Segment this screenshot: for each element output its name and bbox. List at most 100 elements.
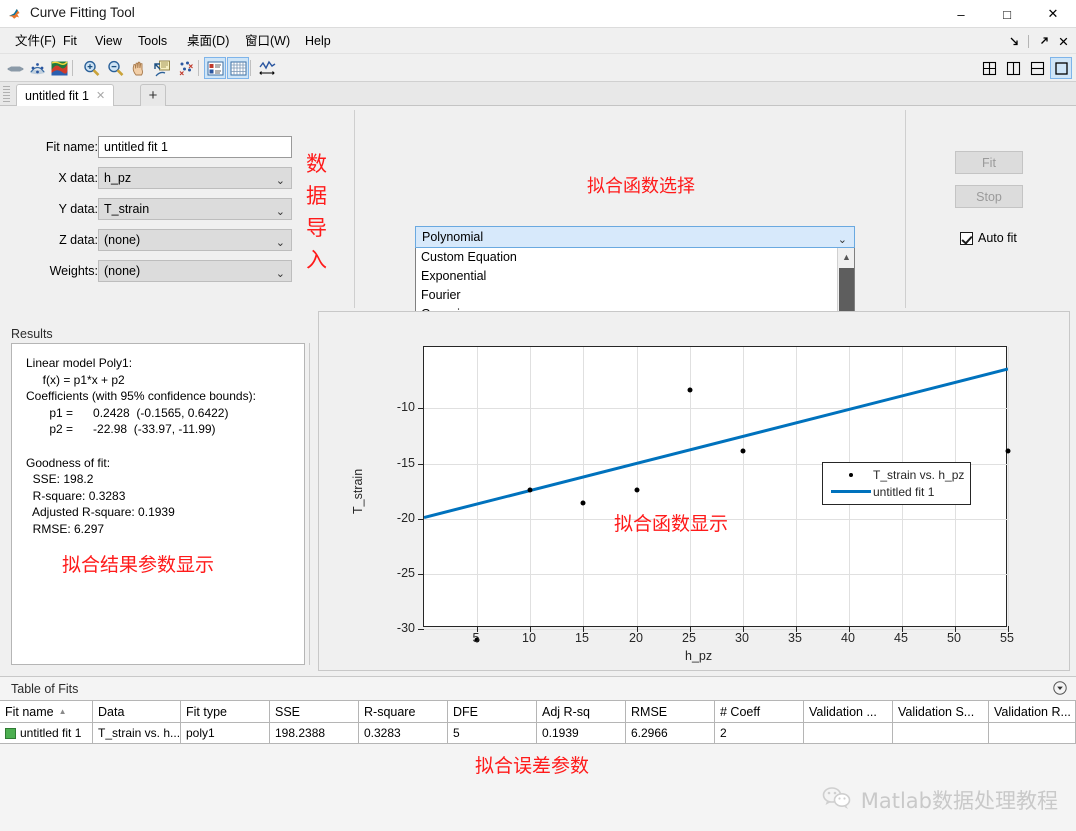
column-header-rmse[interactable]: RMSE	[626, 701, 715, 722]
cell-fit-type[interactable]: poly1	[181, 723, 270, 743]
menu-view[interactable]: View	[90, 32, 127, 50]
auto-fit-checkbox-row[interactable]: Auto fit	[960, 231, 1017, 245]
weights-select[interactable]: (none) ⌄	[98, 260, 292, 282]
cell-adj-r-sq[interactable]: 0.1939	[537, 723, 626, 743]
fit-name-input[interactable]: untitled fit 1	[98, 136, 292, 158]
surface-plot-icon[interactable]	[48, 57, 70, 79]
menu-file[interactable]: 文件(F)	[10, 32, 61, 50]
exclude-outliers-icon[interactable]	[4, 57, 26, 79]
grid-toggle-icon[interactable]	[227, 57, 249, 79]
table-of-fits-title: Table of Fits	[11, 682, 79, 696]
scroll-up-icon[interactable]: ▲	[838, 248, 854, 265]
pan-icon[interactable]	[128, 57, 150, 79]
cell-validation-2[interactable]	[893, 723, 989, 743]
auto-fit-label: Auto fit	[978, 231, 1017, 245]
weights-row: Weights: (none) ⌄	[50, 260, 294, 282]
results-text: Linear model Poly1: f(x) = p1*x + p2 Coe…	[26, 356, 256, 536]
fit-name-row: Fit name: untitled fit 1	[46, 136, 294, 158]
column-header-r-square[interactable]: R-square	[359, 701, 448, 722]
xtick-label-15: 15	[575, 631, 589, 645]
legend-label-fit: untitled fit 1	[873, 484, 935, 499]
close-button[interactable]: ✕	[1030, 0, 1076, 28]
column-header-adj-r-sq[interactable]: Adj R-sq	[537, 701, 626, 722]
layout-grid-icon[interactable]	[978, 57, 1000, 79]
cell-rmse[interactable]: 6.2966	[626, 723, 715, 743]
exclude-points-icon[interactable]	[174, 57, 196, 79]
fit-name-label: Fit name:	[45, 140, 98, 154]
close-panel-icon[interactable]	[1054, 32, 1072, 50]
z-data-row: Z data: (none) ⌄	[59, 229, 294, 251]
annotation-data-import-4: 入	[306, 248, 327, 272]
menu-fit[interactable]: Fit	[58, 32, 82, 50]
dock-controls	[1005, 32, 1072, 50]
layout-single-icon[interactable]	[1050, 57, 1072, 79]
y-data-select[interactable]: T_strain ⌄	[98, 198, 292, 220]
fit-type-option-exponential[interactable]: Exponential	[416, 267, 854, 286]
axes-limits-icon[interactable]	[256, 57, 278, 79]
zoom-in-icon[interactable]	[80, 57, 102, 79]
fit-type-combo[interactable]: Polynomial ⌄	[415, 226, 855, 248]
layout-rows-icon[interactable]	[1026, 57, 1048, 79]
cell-validation-3[interactable]	[989, 723, 1076, 743]
cell-data[interactable]: T_strain vs. h...	[93, 723, 181, 743]
auto-fit-checkbox[interactable]	[960, 231, 973, 245]
tab-untitled-fit-1[interactable]: untitled fit 1 ✕	[16, 84, 115, 106]
cell-sse[interactable]: 198.2388	[270, 723, 359, 743]
tab-label: untitled fit 1	[25, 88, 89, 103]
cell-validation-1[interactable]	[804, 723, 893, 743]
tab-close-icon[interactable]: ✕	[96, 89, 105, 102]
chevron-down-icon: ⌄	[275, 206, 285, 218]
layout-columns-icon[interactable]	[1002, 57, 1024, 79]
cell-num-coeff[interactable]: 2	[715, 723, 804, 743]
data-cursor-tip-icon[interactable]	[151, 57, 173, 79]
annotation-fit-results: 拟合结果参数显示	[62, 554, 215, 576]
annotation-data-import-2: 据	[306, 184, 327, 208]
results-panel[interactable]: Linear model Poly1: f(x) = p1*x + p2 Coe…	[11, 343, 305, 665]
column-header-data[interactable]: Data	[93, 701, 181, 722]
cell-fit-name[interactable]: untitled fit 1	[0, 723, 93, 743]
menu-tools[interactable]: Tools	[133, 32, 172, 50]
legend-toggle-icon[interactable]	[204, 57, 226, 79]
column-header-validation-2[interactable]: Validation S...	[893, 701, 989, 722]
cell-r-square[interactable]: 0.3283	[359, 723, 448, 743]
table-row[interactable]: untitled fit 1 T_strain vs. h... poly1 1…	[0, 723, 1076, 744]
results-scrollbar[interactable]	[307, 343, 316, 665]
plot-legend[interactable]: T_strain vs. h_pz untitled fit 1	[822, 462, 972, 505]
legend-entry-fit: untitled fit 1	[829, 483, 964, 500]
xtick-label-10: 10	[522, 631, 536, 645]
gridline-x-55	[1008, 347, 1009, 628]
menu-desktop[interactable]: 桌面(D)	[182, 32, 234, 50]
minimize-button[interactable]: –	[938, 0, 984, 28]
column-header-validation-3[interactable]: Validation R...	[989, 701, 1076, 722]
stop-button[interactable]: Stop	[955, 185, 1023, 208]
menu-window[interactable]: 窗口(W)	[240, 32, 295, 50]
cell-dfe[interactable]: 5	[448, 723, 537, 743]
fit-type-option-custom-equation[interactable]: Custom Equation	[416, 248, 854, 267]
minimize-dock-icon[interactable]	[1005, 32, 1023, 50]
menu-help[interactable]: Help	[300, 32, 336, 50]
column-header-fit-name[interactable]: Fit name ▲	[0, 701, 93, 722]
fit-type-value: Polynomial	[422, 230, 484, 244]
undock-icon[interactable]	[1034, 32, 1052, 50]
data-cursor-icon[interactable]	[26, 57, 48, 79]
x-data-select[interactable]: h_pz ⌄	[98, 167, 292, 189]
column-header-dfe[interactable]: DFE	[448, 701, 537, 722]
data-point-3	[580, 500, 586, 506]
zoom-out-icon[interactable]	[104, 57, 126, 79]
column-header-fit-type[interactable]: Fit type	[181, 701, 270, 722]
z-data-select[interactable]: (none) ⌄	[98, 229, 292, 251]
drag-grip-icon[interactable]	[3, 86, 10, 102]
column-header-num-coeff[interactable]: # Coeff	[715, 701, 804, 722]
fit-plot-axes[interactable]: T_strain vs. h_pz untitled fit 1	[418, 346, 1011, 643]
chevron-down-circle-icon[interactable]	[1053, 681, 1067, 695]
add-fit-tab-button[interactable]: +	[140, 84, 166, 106]
fit-type-option-fourier[interactable]: Fourier	[416, 286, 854, 305]
fit-button[interactable]: Fit	[955, 151, 1023, 174]
y-data-value: T_strain	[104, 202, 150, 216]
column-header-sse[interactable]: SSE	[270, 701, 359, 722]
chevron-down-icon: ⌄	[275, 237, 285, 249]
xtick-label-55: 55	[1000, 631, 1014, 645]
column-header-validation-1[interactable]: Validation ...	[804, 701, 893, 722]
maximize-button[interactable]: □	[984, 0, 1030, 28]
legend-label-scatter: T_strain vs. h_pz	[873, 467, 965, 482]
